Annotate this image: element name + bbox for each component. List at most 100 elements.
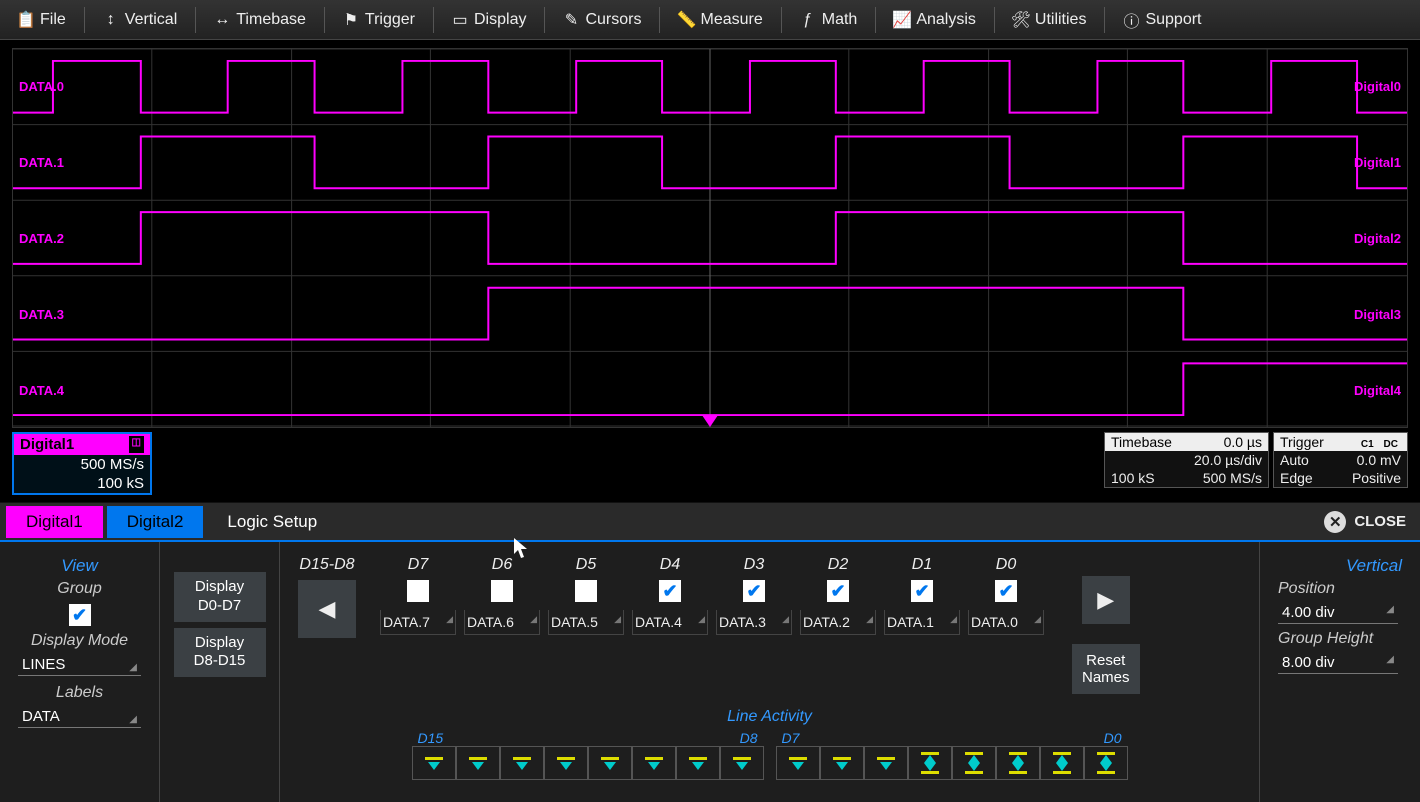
timebase-offset: 0.0 µs xyxy=(1224,434,1262,450)
bit-name-field[interactable]: DATA.6◢ xyxy=(464,610,540,635)
bit-checkbox-d3[interactable]: ✔ xyxy=(743,580,765,602)
bit-checkbox-d6[interactable] xyxy=(491,580,513,602)
bit-column-d5: D5DATA.5◢ xyxy=(548,556,624,635)
timebase-box[interactable]: Timebase 0.0 µs 20.0 µs/div 100 kS 500 M… xyxy=(1104,432,1269,488)
menu-cursors[interactable]: ✎Cursors xyxy=(553,7,651,33)
tab-digital2[interactable]: Digital2 xyxy=(107,506,204,538)
menu-support[interactable]: ⓘSupport xyxy=(1113,7,1211,33)
activity-up-icon xyxy=(924,755,936,763)
activity-down-icon xyxy=(1056,763,1068,771)
line-activity-cell xyxy=(632,746,676,780)
bit-name-field[interactable]: DATA.4◢ xyxy=(632,610,708,635)
wrench-icon: 🛠 xyxy=(1013,12,1029,28)
group-checkbox[interactable]: ✔ xyxy=(69,604,91,626)
divider xyxy=(544,7,545,33)
line-activity-cell xyxy=(864,746,908,780)
timebase-perdiv: 20.0 µs/div xyxy=(1194,452,1262,468)
group-height-value: 8.00 div xyxy=(1282,654,1335,671)
bit-column-d1: D1✔DATA.1◢ xyxy=(884,556,960,635)
la-d7-label: D7 xyxy=(782,730,800,746)
line-activity-cell xyxy=(1084,746,1128,780)
check-icon: ✔ xyxy=(662,582,677,600)
bit-checkbox-d7[interactable] xyxy=(407,580,429,602)
bit-checkbox-d5[interactable] xyxy=(575,580,597,602)
activity-down-icon xyxy=(648,762,660,770)
check-icon: ✔ xyxy=(998,582,1013,600)
bit-name-value: DATA.7 xyxy=(383,614,430,630)
bit-checkbox-d2[interactable]: ✔ xyxy=(827,580,849,602)
bit-name-field[interactable]: DATA.1◢ xyxy=(884,610,960,635)
chevron-down-icon: ◢ xyxy=(129,662,137,673)
activity-up-icon xyxy=(1012,755,1024,763)
labels-select[interactable]: DATA ◢ xyxy=(18,706,141,728)
bit-name-field[interactable]: DATA.2◢ xyxy=(800,610,876,635)
divider xyxy=(781,7,782,33)
close-button[interactable]: ✕ CLOSE xyxy=(1324,511,1406,533)
trigger-level: 0.0 mV xyxy=(1357,452,1401,468)
tab-bar: Digital1 Digital2 Logic Setup ✕ CLOSE xyxy=(0,502,1420,542)
divider xyxy=(433,7,434,33)
vert-arrows-icon: ↕ xyxy=(103,12,119,28)
channel-label-left: DATA.4 xyxy=(19,383,64,398)
bit-header: D4 xyxy=(632,556,708,574)
bit-name-field[interactable]: DATA.7◢ xyxy=(380,610,456,635)
display-d8-d15-button[interactable]: DisplayD8-D15 xyxy=(174,628,266,678)
activity-down-icon xyxy=(516,762,528,770)
channel-label-left: DATA.2 xyxy=(19,231,64,246)
activity-down-icon xyxy=(836,762,848,770)
channel-label-right: Digital3 xyxy=(1354,307,1401,322)
menu-label: Math xyxy=(822,11,858,29)
next-page-button[interactable]: ▶ xyxy=(1082,576,1130,624)
menu-math[interactable]: ƒMath xyxy=(790,7,868,33)
position-input[interactable]: 4.00 div ◢ xyxy=(1278,602,1398,624)
trigger-box[interactable]: Trigger C1 DC Auto 0.0 mV Edge Positive xyxy=(1273,432,1408,488)
bit-checkbox-d0[interactable]: ✔ xyxy=(995,580,1017,602)
check-icon: ✔ xyxy=(746,582,761,600)
bit-name-value: DATA.6 xyxy=(467,614,514,630)
bit-header: D0 xyxy=(968,556,1044,574)
bit-checkbox-d4[interactable]: ✔ xyxy=(659,580,681,602)
display-d0-d7-button[interactable]: DisplayD0-D7 xyxy=(174,572,266,622)
menu-measure[interactable]: 📏Measure xyxy=(668,7,772,33)
waveform-display[interactable]: DATA.0Digital0DATA.1Digital1DATA.2Digita… xyxy=(12,48,1408,428)
bit-name-field[interactable]: DATA.5◢ xyxy=(548,610,624,635)
menu-vertical[interactable]: ↕ Vertical xyxy=(93,7,187,33)
tab-logic-setup[interactable]: Logic Setup xyxy=(207,506,337,538)
group-height-input[interactable]: 8.00 div ◢ xyxy=(1278,652,1398,674)
menu-display[interactable]: ▭Display xyxy=(442,7,536,33)
display-mode-select[interactable]: LINES ◢ xyxy=(18,654,141,676)
menu-utilities[interactable]: 🛠Utilities xyxy=(1003,7,1097,33)
chevron-down-icon: ◢ xyxy=(698,614,705,630)
trigger-dc-badge: DC xyxy=(1381,439,1401,450)
bit-column-d0: D0 ✔ DATA.0◢ xyxy=(968,556,1044,635)
menu-label: Analysis xyxy=(916,11,976,29)
menu-label: Vertical xyxy=(125,11,177,29)
position-label: Position xyxy=(1278,580,1402,598)
menu-trigger[interactable]: ⚑Trigger xyxy=(333,7,425,33)
channel-label-left: DATA.0 xyxy=(19,79,64,94)
close-icon: ✕ xyxy=(1324,511,1346,533)
bit-checkbox-d1[interactable]: ✔ xyxy=(911,580,933,602)
bit-column-d6: D6DATA.6◢ xyxy=(464,556,540,635)
check-icon: ✔ xyxy=(830,582,845,600)
reset-names-button[interactable]: ResetNames xyxy=(1072,644,1140,694)
vertical-title: Vertical xyxy=(1278,556,1402,576)
prev-page-button[interactable]: ◀ xyxy=(298,580,356,638)
timebase-title: Timebase xyxy=(1111,434,1172,450)
bit-name-field[interactable]: DATA.3◢ xyxy=(716,610,792,635)
channel-info-box[interactable]: Digital1 ◫ 500 MS/s 100 kS xyxy=(12,432,152,495)
menu-analysis[interactable]: 📈Analysis xyxy=(884,7,986,33)
menu-timebase[interactable]: ↔Timebase xyxy=(204,7,316,33)
page-label: D15-D8 xyxy=(298,556,356,574)
la-d15-label: D15 xyxy=(418,730,444,746)
info-icon: ⓘ xyxy=(1123,12,1139,28)
tab-digital1[interactable]: Digital1 xyxy=(6,506,103,538)
bit-name-value: DATA.0 xyxy=(971,614,1018,630)
menu-label: Timebase xyxy=(236,11,306,29)
menu-file[interactable]: 📋File xyxy=(8,7,76,33)
bit-name-field[interactable]: DATA.0◢ xyxy=(968,610,1044,635)
chevron-down-icon: ◢ xyxy=(129,714,137,725)
line-activity-cell xyxy=(676,746,720,780)
line-activity-cell xyxy=(412,746,456,780)
trigger-c1-badge: C1 xyxy=(1358,439,1377,450)
